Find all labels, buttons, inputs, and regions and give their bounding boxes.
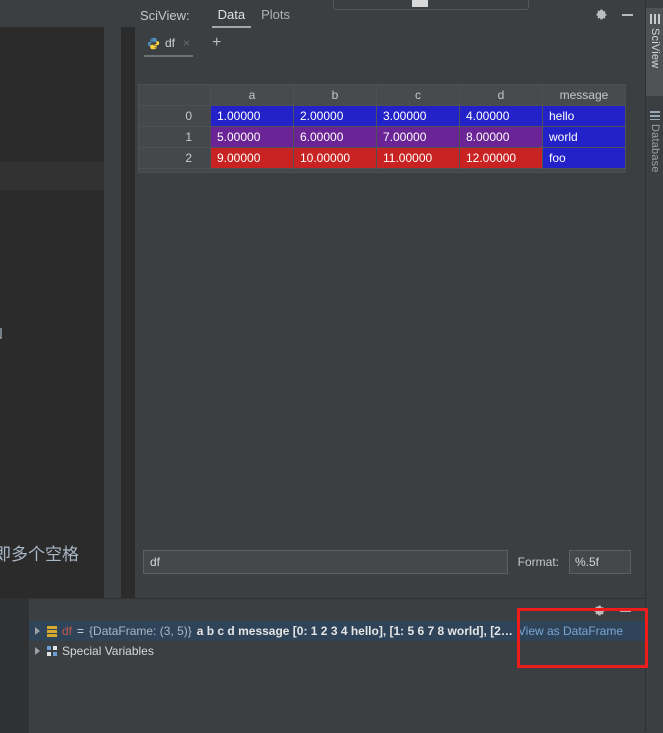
sciview-panel: SciView: Data Plots df × + xyxy=(135,0,645,598)
tool-tab-database[interactable]: Database xyxy=(646,104,663,200)
format-label: Format: xyxy=(518,555,559,569)
sciview-title: SciView: xyxy=(140,8,190,23)
dataframe-table-container: a b c d message 0 1.00000 2.00000 3.0000… xyxy=(138,84,628,173)
right-tool-strip: SciView Database xyxy=(645,0,663,732)
editor-top-strip xyxy=(0,0,135,27)
editor-highlight-band xyxy=(0,162,113,190)
debugger-header-actions xyxy=(593,604,631,617)
cell-2-a[interactable]: 9.00000 xyxy=(211,148,294,169)
cell-2-message[interactable]: foo xyxy=(543,148,626,169)
editor-text-fragment-lower: 即多个空格 xyxy=(0,540,79,565)
table-row[interactable]: 0 1.00000 2.00000 3.00000 4.00000 hello xyxy=(139,106,626,127)
cell-1-d[interactable]: 8.00000 xyxy=(460,127,543,148)
cell-0-message[interactable]: hello xyxy=(543,106,626,127)
table-corner-header xyxy=(139,85,211,106)
sciview-header-actions xyxy=(595,8,633,21)
variable-name: df xyxy=(62,624,72,638)
variable-equals: = xyxy=(77,624,84,638)
tool-tab-sciview-label: SciView xyxy=(649,28,661,68)
variable-row-df[interactable]: df = {DataFrame: (3, 5)} a b c d message… xyxy=(29,621,645,641)
table-header-row: a b c d message xyxy=(139,85,626,106)
cell-1-b[interactable]: 6.00000 xyxy=(294,127,377,148)
debugger-left-gutter xyxy=(0,599,29,733)
column-header-message[interactable]: message xyxy=(543,85,626,106)
toolbar-spinner xyxy=(412,0,428,7)
table-row[interactable]: 1 5.00000 6.00000 7.00000 8.00000 world xyxy=(139,127,626,148)
tool-tab-database-label: Database xyxy=(649,124,661,173)
column-header-b[interactable]: b xyxy=(294,85,377,106)
table-row[interactable]: 2 9.00000 10.00000 11.00000 12.00000 foo xyxy=(139,148,626,169)
grid-icon xyxy=(650,14,660,24)
cell-0-a[interactable]: 1.00000 xyxy=(211,106,294,127)
expand-triangle-icon[interactable] xyxy=(35,647,40,655)
row-index: 2 xyxy=(139,148,211,169)
sciview-tabbar: df × + xyxy=(135,30,645,56)
top-toolbar-fragment[interactable] xyxy=(333,0,529,10)
sciview-bottom-controls: Format: xyxy=(135,548,645,576)
expression-input[interactable] xyxy=(143,550,508,574)
table-bottom-edge xyxy=(138,169,625,173)
database-icon xyxy=(650,110,660,120)
tab-data[interactable]: Data xyxy=(210,3,253,28)
add-tab-button[interactable]: + xyxy=(212,35,221,51)
minimize-icon[interactable] xyxy=(622,14,633,16)
variable-row-special-variables[interactable]: Special Variables xyxy=(29,641,645,661)
editor-marker-gutter[interactable] xyxy=(104,27,121,598)
cell-0-c[interactable]: 3.00000 xyxy=(377,106,460,127)
variables-list: df = {DataFrame: (3, 5)} a b c d message… xyxy=(29,621,645,661)
column-header-d[interactable]: d xyxy=(460,85,543,106)
special-variables-icon xyxy=(47,646,57,656)
cell-0-d[interactable]: 4.00000 xyxy=(460,106,543,127)
format-input[interactable] xyxy=(569,550,631,574)
editor-text-fragment-upper: 」 xyxy=(0,318,12,342)
debugger-variables-panel: df = {DataFrame: (3, 5)} a b c d message… xyxy=(0,598,645,732)
expand-triangle-icon[interactable] xyxy=(35,627,40,635)
cell-0-b[interactable]: 2.00000 xyxy=(294,106,377,127)
gear-icon[interactable] xyxy=(595,8,608,21)
special-variables-label: Special Variables xyxy=(62,644,154,658)
cell-2-c[interactable]: 11.00000 xyxy=(377,148,460,169)
tool-tab-sciview[interactable]: SciView xyxy=(646,8,663,96)
cell-1-a[interactable]: 5.00000 xyxy=(211,127,294,148)
tab-plots[interactable]: Plots xyxy=(253,3,298,28)
view-as-dataframe-link[interactable]: View as DataFrame xyxy=(518,624,623,638)
cell-2-d[interactable]: 12.00000 xyxy=(460,148,543,169)
gear-icon[interactable] xyxy=(593,604,606,617)
variable-list-icon xyxy=(47,626,57,637)
python-icon xyxy=(147,37,160,50)
minimize-icon[interactable] xyxy=(620,610,631,612)
column-header-a[interactable]: a xyxy=(211,85,294,106)
column-header-c[interactable]: c xyxy=(377,85,460,106)
variable-type: {DataFrame: (3, 5)} xyxy=(89,624,192,638)
dataframe-table: a b c d message 0 1.00000 2.00000 3.0000… xyxy=(138,84,626,169)
row-index: 1 xyxy=(139,127,211,148)
close-icon[interactable]: × xyxy=(183,36,190,50)
data-tab-label: df xyxy=(165,36,175,50)
variable-preview: a b c d message [0: 1 2 3 4 hello], [1: … xyxy=(197,624,513,638)
data-tab-df[interactable]: df × xyxy=(141,33,196,53)
cell-1-message[interactable]: world xyxy=(543,127,626,148)
editor-band xyxy=(0,190,113,200)
cell-2-b[interactable]: 10.00000 xyxy=(294,148,377,169)
row-index: 0 xyxy=(139,106,211,127)
cell-1-c[interactable]: 7.00000 xyxy=(377,127,460,148)
